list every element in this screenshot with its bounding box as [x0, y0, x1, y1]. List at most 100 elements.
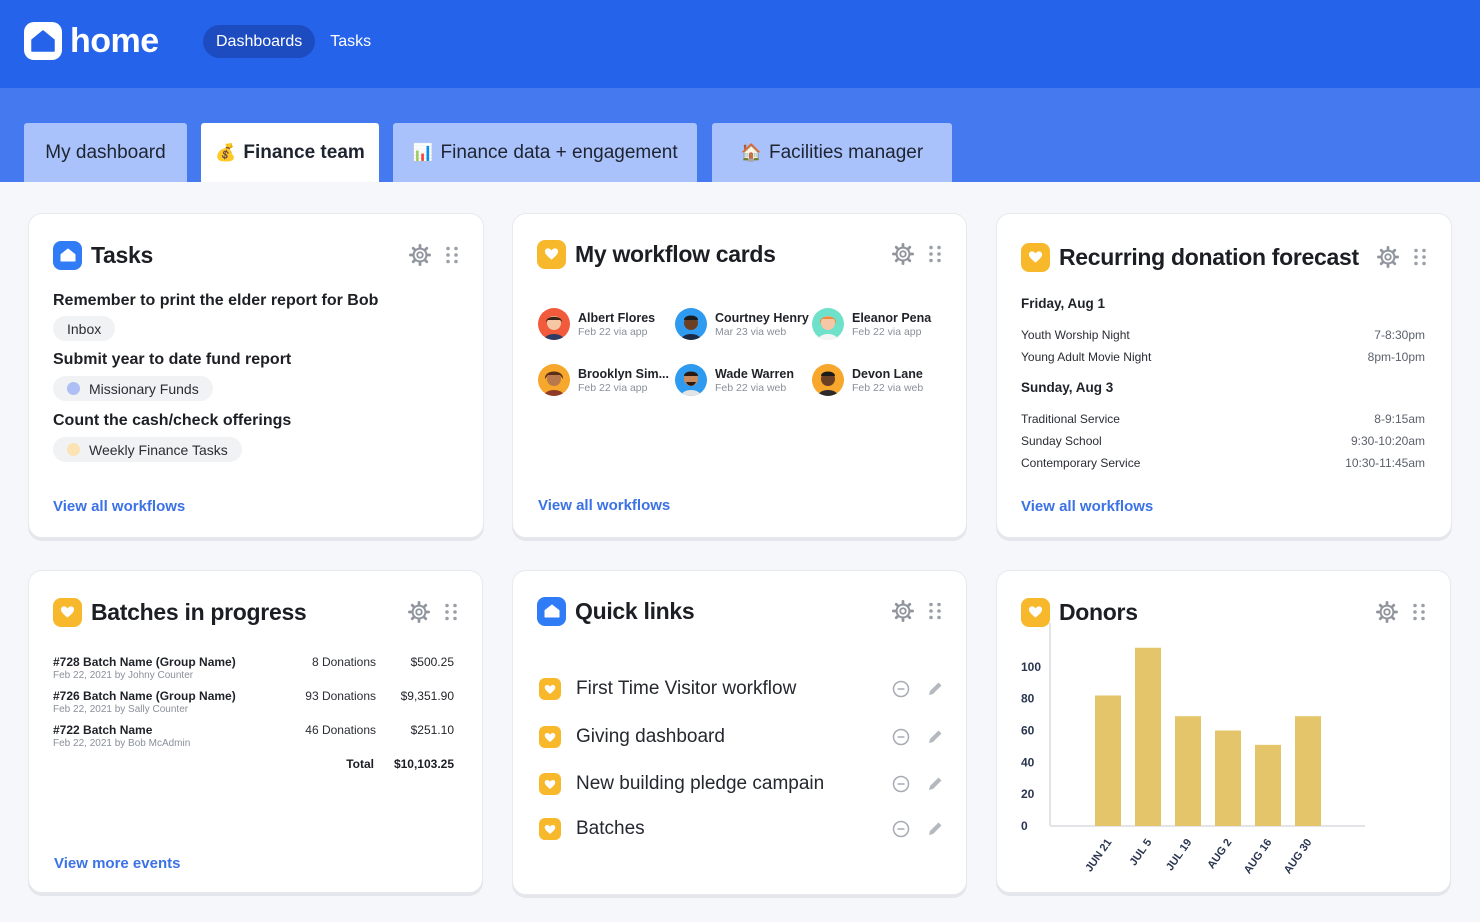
bar — [1095, 695, 1121, 826]
quick-link-label: Giving dashboard — [576, 726, 725, 747]
tab-label: Finance team — [243, 141, 365, 163]
pencil-icon[interactable] — [926, 680, 944, 698]
workflow-person[interactable]: Courtney Henry Mar 23 via web — [675, 308, 809, 340]
home-icon — [24, 22, 62, 60]
remove-icon[interactable] — [892, 728, 910, 746]
remove-icon[interactable] — [892, 680, 910, 698]
task-tag[interactable]: Missionary Funds — [53, 376, 213, 401]
event-time: 8-9:15am — [1374, 412, 1425, 426]
nav-tasks[interactable]: Tasks — [317, 25, 384, 58]
tab-label: My dashboard — [45, 141, 166, 163]
batch-name: #726 Batch Name (Group Name) — [53, 689, 236, 703]
card-header: Quick links — [537, 596, 942, 626]
card-title: Batches in progress — [91, 598, 307, 625]
event-name: Sunday School — [1021, 434, 1102, 448]
avatar — [538, 308, 570, 340]
person-name: Wade Warren — [715, 366, 794, 381]
nav-dashboards[interactable]: Dashboards — [203, 25, 316, 58]
forecast-day: Sunday, Aug 3 — [1021, 380, 1114, 395]
x-tick-label: AUG 2 — [1205, 837, 1234, 871]
quick-link-label: First Time Visitor workflow — [576, 678, 797, 699]
forecast-event[interactable]: Contemporary Service 10:30-11:45am — [1021, 456, 1425, 470]
task-tag-label: Weekly Finance Tasks — [89, 441, 228, 458]
drag-handle-icon[interactable] — [928, 245, 942, 263]
x-tick-label: JUN 21 — [1083, 837, 1114, 874]
batch-amount: $9,351.90 — [400, 689, 454, 703]
tag-color-dot — [67, 443, 80, 456]
person-name: Albert Flores — [578, 310, 656, 325]
event-time: 10:30-11:45am — [1345, 456, 1425, 470]
bar — [1215, 730, 1241, 826]
donors-bar-chart: 0 20 40 60 80 100 JUN 21 JUL 5 JUL 19 AUG 2 AUG 16… — [1021, 623, 1365, 876]
view-all-workflows-link[interactable]: View all workflows — [538, 497, 670, 514]
view-all-workflows-link[interactable]: View all workflows — [1021, 498, 1153, 515]
remove-icon[interactable] — [892, 775, 910, 793]
quick-link-item[interactable]: Giving dashboard — [539, 722, 944, 752]
task-title[interactable]: Remember to print the elder report for B… — [53, 292, 378, 310]
tab-facilities-manager[interactable]: 🏠 Facilities manager — [712, 123, 952, 182]
avatar — [812, 308, 844, 340]
quick-link-item[interactable]: Batches — [539, 814, 944, 844]
view-all-workflows-link[interactable]: View all workflows — [53, 498, 185, 515]
task-tag[interactable]: Inbox — [53, 316, 116, 341]
x-tick-label: AUG 16 — [1242, 837, 1275, 876]
drag-handle-icon[interactable] — [1413, 248, 1427, 266]
forecast-event[interactable]: Youth Worship Night 7-8:30pm — [1021, 328, 1425, 342]
avatar — [675, 308, 707, 340]
person-name: Brooklyn Sim... — [578, 366, 669, 381]
card-header: Batches in progress — [53, 597, 458, 627]
view-more-events-link[interactable]: View more events — [54, 855, 180, 872]
forecast-event[interactable]: Young Adult Movie Night 8pm-10pm — [1021, 350, 1425, 364]
quick-link-item[interactable]: First Time Visitor workflow — [539, 674, 944, 704]
workflow-cards-card: My workflow cards Albert Flores Feb 22 v… — [512, 213, 967, 538]
batch-row[interactable]: #728 Batch Name (Group Name) Feb 22, 202… — [53, 655, 454, 681]
gear-icon[interactable] — [1377, 246, 1399, 268]
pencil-icon[interactable] — [926, 820, 944, 838]
tab-finance-data-engagement[interactable]: 📊 Finance data + engagement — [393, 123, 697, 182]
house-icon: 🏠 — [740, 142, 762, 162]
batches-card: Batches in progress #728 Batch Name (Gro… — [28, 570, 483, 893]
person-meta: Feb 22 via web — [715, 381, 787, 394]
app-logo[interactable]: home — [24, 22, 159, 60]
gear-icon[interactable] — [408, 601, 430, 623]
workflow-person[interactable]: Brooklyn Sim... Feb 22 via app — [538, 364, 669, 396]
batch-count: 46 Donations — [305, 723, 376, 737]
tab-my-dashboard[interactable]: My dashboard — [24, 123, 187, 182]
drag-handle-icon[interactable] — [445, 246, 459, 264]
tasks-card: Tasks Remember to print the elder report… — [28, 213, 484, 538]
remove-icon[interactable] — [892, 820, 910, 838]
workflow-person[interactable]: Devon Lane Feb 22 via web — [812, 364, 923, 396]
pencil-icon[interactable] — [926, 775, 944, 793]
forecast-event[interactable]: Traditional Service 8-9:15am — [1021, 412, 1425, 426]
tab-finance-team[interactable]: 💰 Finance team — [201, 123, 379, 182]
drag-handle-icon[interactable] — [444, 603, 458, 621]
y-tick-label: 60 — [1021, 724, 1035, 738]
tab-label: Finance data + engagement — [440, 141, 678, 163]
workflow-person[interactable]: Wade Warren Feb 22 via web — [675, 364, 794, 396]
batch-amount: $251.10 — [410, 723, 454, 737]
batch-sub: Feb 22, 2021 by Bob McAdmin — [53, 738, 191, 749]
task-title[interactable]: Count the cash/check offerings — [53, 412, 291, 430]
drag-handle-icon[interactable] — [928, 602, 942, 620]
batch-row[interactable]: #726 Batch Name (Group Name) Feb 22, 202… — [53, 689, 454, 715]
quick-link-label: New building pledge campain — [576, 773, 825, 794]
workflow-person[interactable]: Albert Flores Feb 22 via app — [538, 308, 655, 340]
heart-icon — [539, 818, 561, 840]
task-title[interactable]: Submit year to date fund report — [53, 351, 291, 369]
event-time: 9:30-10:20am — [1350, 434, 1425, 448]
task-tag[interactable]: Weekly Finance Tasks — [53, 437, 242, 462]
gear-icon[interactable] — [892, 600, 914, 622]
gear-icon[interactable] — [409, 244, 431, 266]
quick-link-item[interactable]: New building pledge campain — [539, 769, 944, 799]
card-header: My workflow cards — [537, 239, 942, 269]
x-tick-label: JUL 19 — [1164, 837, 1194, 873]
batch-amount: $500.25 — [410, 655, 454, 669]
donors-card: Donors 0 20 40 60 80 100 JUN 21 JUL 5 JUL 19 AUG … — [996, 570, 1451, 893]
batch-row[interactable]: #722 Batch Name Feb 22, 2021 by Bob McAd… — [53, 723, 454, 749]
avatar — [675, 364, 707, 396]
workflow-person[interactable]: Eleanor Pena Feb 22 via app — [812, 308, 931, 340]
pencil-icon[interactable] — [926, 728, 944, 746]
y-tick-label: 0 — [1021, 819, 1028, 833]
gear-icon[interactable] — [892, 243, 914, 265]
forecast-event[interactable]: Sunday School 9:30-10:20am — [1021, 434, 1425, 448]
